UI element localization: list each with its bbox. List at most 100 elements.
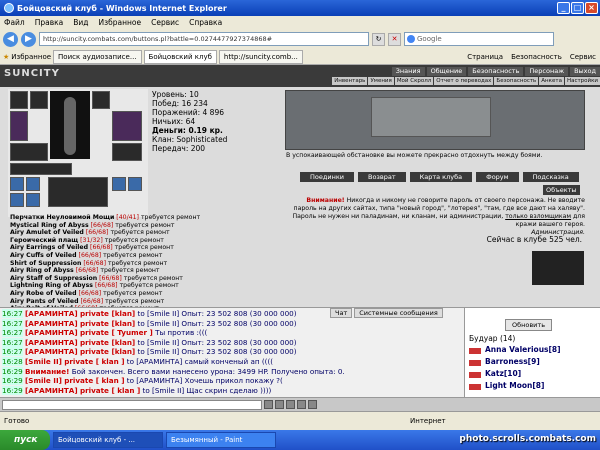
refresh-icon[interactable]: ↻ — [372, 32, 385, 46]
chat-author[interactable]: [АРАМИНТА] — [25, 319, 78, 328]
item-name[interactable]: Airy Staff of Suppression — [10, 275, 97, 282]
topmenu-security[interactable]: Безопасность — [468, 67, 524, 76]
menu-favorites[interactable]: Избранное — [99, 18, 142, 27]
item-name[interactable]: Airy Robe of Veiled — [10, 290, 77, 297]
equip-slot[interactable] — [112, 143, 142, 161]
equip-slot[interactable] — [10, 111, 28, 141]
item-name[interactable]: Airy Pants of Veiled — [10, 298, 79, 305]
equip-slot[interactable] — [112, 177, 126, 191]
topmenu-exit[interactable]: Выход — [570, 67, 600, 76]
menu-tools[interactable]: Сервис — [151, 18, 179, 27]
club-map-button[interactable]: Карта клуба — [409, 172, 473, 182]
duels-button[interactable]: Поединки — [300, 172, 354, 182]
user-item[interactable]: Anna Valerious[8] — [485, 345, 561, 354]
equip-slot[interactable] — [26, 193, 40, 207]
chat-time[interactable]: 16:28 — [2, 356, 23, 366]
chat-private[interactable]: private [klan] — [80, 319, 135, 328]
warning-link[interactable]: только взломщикам — [505, 213, 571, 220]
close-button[interactable]: × — [585, 2, 598, 14]
refresh-button[interactable]: Обновить — [505, 319, 553, 331]
user-item[interactable]: Light Moon[8] — [485, 381, 544, 390]
equip-slot[interactable] — [112, 111, 142, 141]
page-menu[interactable]: Страница — [467, 53, 503, 61]
item-name[interactable]: Mystical Ring of Abyss — [10, 222, 89, 229]
user-item[interactable]: Barroness[9] — [485, 357, 540, 366]
item-name[interactable]: Airy Cuffs of Veiled — [10, 252, 77, 259]
chat-time[interactable]: 16:27 — [2, 309, 23, 318]
settings-icon[interactable] — [308, 400, 317, 409]
menu-edit[interactable]: Правка — [35, 18, 64, 27]
chat-time[interactable]: 16:29 — [2, 385, 23, 395]
minimize-button[interactable]: _ — [557, 2, 570, 14]
chat-author[interactable]: [Smile II] — [25, 357, 62, 366]
equip-slot[interactable] — [128, 177, 142, 191]
location-image[interactable] — [285, 90, 585, 150]
objects-button[interactable]: Объекты — [543, 185, 580, 195]
forward-button[interactable]: ▶ — [21, 31, 36, 47]
security-menu[interactable]: Безопасность — [511, 53, 562, 61]
topmenu-communication[interactable]: Общение — [426, 67, 467, 76]
chat-time[interactable]: 16:27 — [2, 347, 23, 357]
menu-view[interactable]: Вид — [73, 18, 88, 27]
hint-button[interactable]: Подсказка — [522, 172, 579, 182]
submenu-inventory[interactable]: Инвентарь — [332, 77, 368, 85]
equip-slot[interactable] — [10, 143, 48, 161]
equip-slot[interactable] — [10, 163, 72, 175]
submenu-scroll[interactable]: Мой Скролл — [394, 77, 434, 85]
search-input[interactable]: Google — [404, 32, 554, 46]
chat-author[interactable]: [АРАМИНТА] — [25, 328, 78, 337]
location-banner[interactable] — [371, 97, 491, 137]
submenu-skills[interactable]: Умения — [368, 77, 394, 85]
submenu-settings[interactable]: Настройки — [564, 77, 600, 85]
chat-author[interactable]: [Smile II] — [25, 376, 62, 385]
menu-help[interactable]: Справка — [189, 18, 222, 27]
task-combats[interactable]: Бойцовский клуб - ... — [53, 432, 163, 448]
tab-chat[interactable]: Чат — [330, 308, 353, 318]
back-button[interactable]: ◀ — [3, 31, 18, 47]
item-name[interactable]: Shirt of Suppression — [10, 260, 81, 267]
equip-slot[interactable] — [10, 177, 24, 191]
menu-file[interactable]: Файл — [4, 18, 25, 27]
favorites-label[interactable]: Избранное — [11, 53, 51, 61]
chat-author[interactable]: [АРАМИНТА] — [25, 386, 78, 395]
equip-slot[interactable] — [48, 177, 108, 207]
stop-icon[interactable]: ✕ — [388, 32, 401, 46]
filter-icon[interactable] — [297, 400, 306, 409]
chat-private[interactable]: private [ Tyumer ] — [80, 328, 153, 337]
item-name[interactable]: Airy Earrings of Veiled — [10, 244, 88, 251]
tab-search-audio[interactable]: Поиск аудиозаписе... — [53, 49, 142, 64]
send-icon[interactable] — [264, 400, 273, 409]
chat-author[interactable]: [АРАМИНТА] — [25, 309, 78, 318]
submenu-security[interactable]: Безопасность — [494, 77, 539, 85]
item-name[interactable]: Lightning Ring of Abyss — [10, 282, 93, 289]
equip-slot[interactable] — [10, 193, 24, 207]
chat-author[interactable]: Внимание! — [25, 367, 69, 376]
task-paint[interactable]: Безымянный - Paint — [166, 432, 276, 448]
tab-combats[interactable]: Бойцовский клуб — [143, 49, 217, 64]
tools-menu[interactable]: Сервис — [570, 53, 596, 61]
item-name[interactable]: Airy Ring of Abyss — [10, 267, 74, 274]
equip-slot[interactable] — [10, 91, 28, 109]
topmenu-character[interactable]: Персонаж — [525, 67, 569, 76]
chat-author[interactable]: [АРАМИНТА] — [25, 347, 78, 356]
chat-author[interactable]: [АРАМИНТА] — [25, 338, 78, 347]
tab-suncity[interactable]: http://suncity.comb... — [218, 49, 303, 64]
start-button[interactable]: пуск — [0, 430, 50, 450]
chat-time[interactable]: 16:27 — [2, 337, 23, 347]
star-icon[interactable]: ★ — [3, 53, 9, 61]
chat-private[interactable]: private [klan] — [80, 338, 135, 347]
chat-private[interactable]: private [klan] — [80, 309, 135, 318]
clear-icon[interactable] — [286, 400, 295, 409]
chat-private[interactable]: private [ klan ] — [64, 376, 124, 385]
item-name[interactable]: Героический плащ — [10, 237, 78, 244]
equip-slot[interactable] — [30, 91, 48, 109]
url-field[interactable]: http://suncity.combats.com/buttons.pl?ba… — [39, 32, 369, 46]
item-name[interactable]: Airy Amulet of Veiled — [10, 229, 84, 236]
equip-slot[interactable] — [92, 91, 110, 109]
equip-slot[interactable] — [26, 177, 40, 191]
chat-private[interactable]: private [ klan ] — [64, 357, 124, 366]
submenu-transfers[interactable]: Отчет о переводах — [434, 77, 494, 85]
chat-time[interactable]: 16:29 — [2, 376, 23, 386]
chat-private[interactable]: private [klan] — [80, 347, 135, 356]
chat-time[interactable]: 16:27 — [2, 318, 23, 328]
